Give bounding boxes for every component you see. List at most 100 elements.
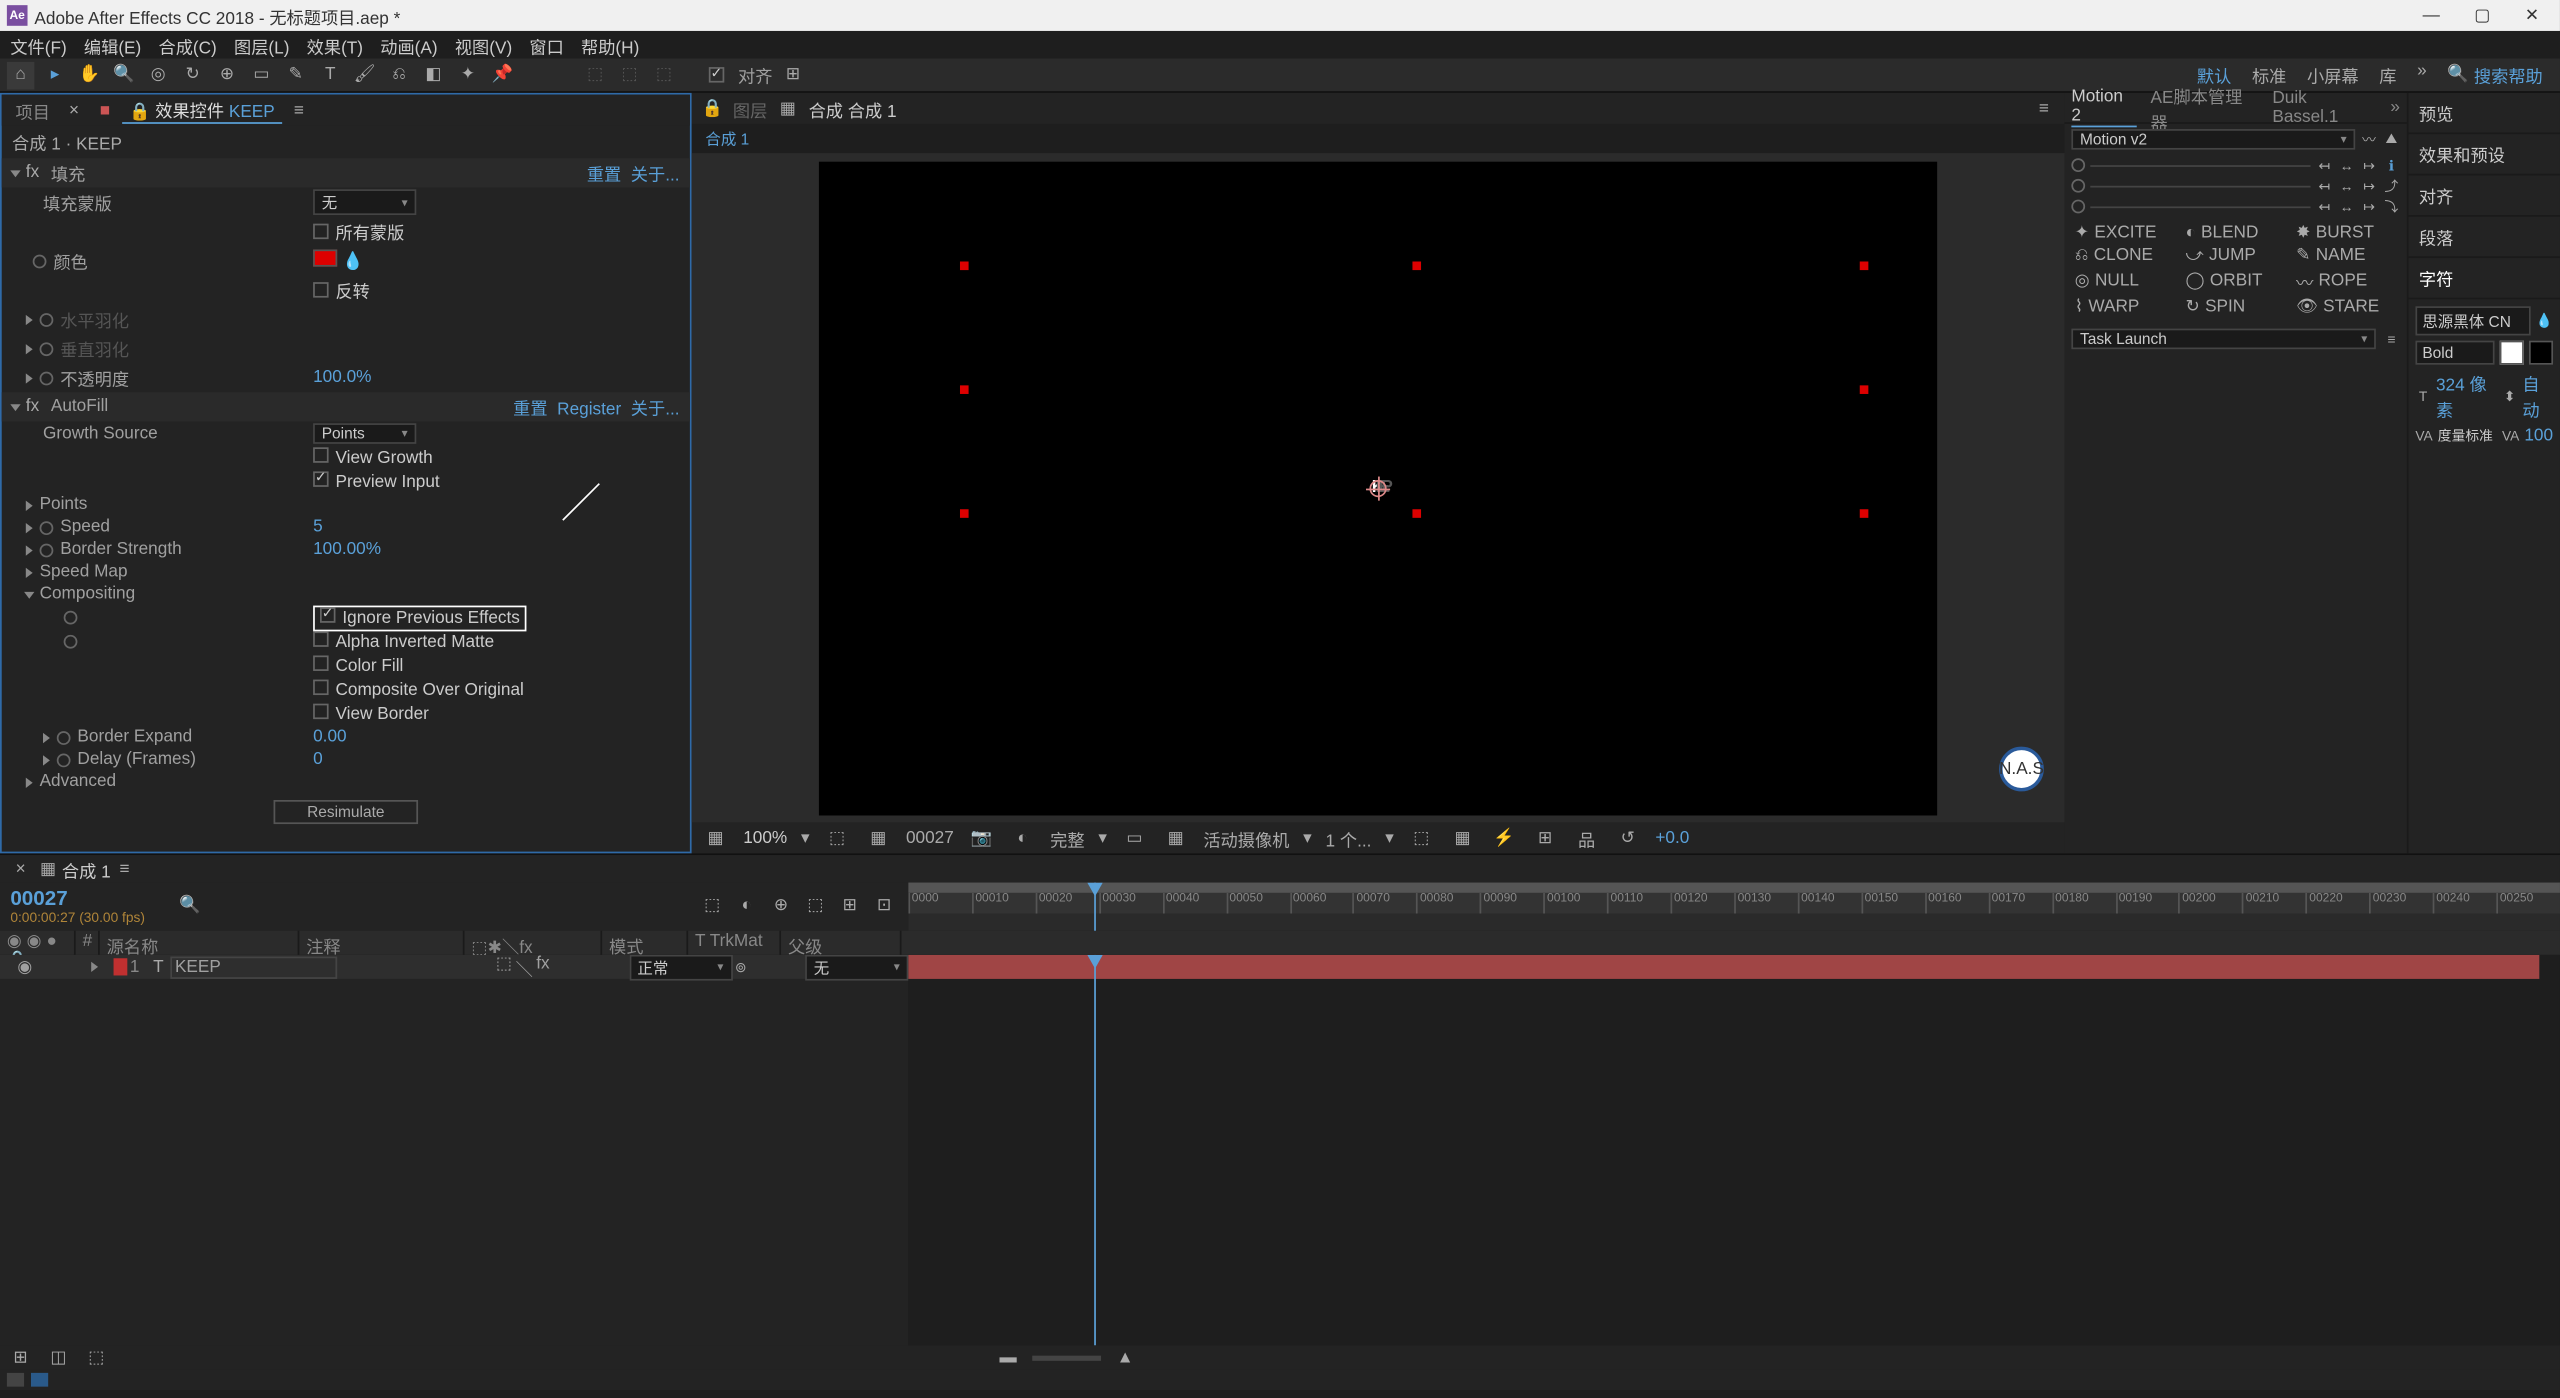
leading[interactable]: 自动: [2522, 370, 2553, 422]
menu-layer[interactable]: 图层(L): [234, 32, 289, 58]
resolution[interactable]: 完整: [1050, 825, 1084, 851]
task-dropdown[interactable]: Task Launch: [2071, 329, 2376, 350]
layer-switches[interactable]: ⬚＼fx: [496, 955, 629, 980]
selection-handle[interactable]: [1860, 261, 1869, 270]
pen-tool-icon[interactable]: ✎: [282, 61, 310, 89]
ease-icon[interactable]: 〰: [2360, 131, 2377, 148]
tab-align[interactable]: 对齐: [2409, 175, 2560, 216]
eye-icon[interactable]: ◉: [0, 957, 50, 976]
comp-name-label[interactable]: 合成 1: [692, 124, 2065, 153]
effect-autofill-header[interactable]: fx AutoFill 重置 Register 关于...: [2, 392, 690, 421]
motion-spin[interactable]: ↻SPIN: [2185, 298, 2285, 317]
timeline-tab[interactable]: 合成 1: [62, 856, 111, 882]
snap-opt-icon[interactable]: ⊞: [779, 61, 807, 89]
zoom-tool-icon[interactable]: 🔍: [110, 61, 138, 89]
motion-rope[interactable]: 〰ROPE: [2296, 268, 2396, 294]
selection-handle[interactable]: [960, 385, 969, 394]
stroke-color-swatch[interactable]: [2529, 341, 2553, 365]
all-masks-checkbox[interactable]: [313, 224, 328, 239]
alpha-inv-checkbox[interactable]: [313, 631, 328, 646]
rotate-tool-icon[interactable]: ↻: [179, 61, 207, 89]
preview-input-checkbox[interactable]: [313, 471, 328, 486]
snapshot-icon[interactable]: 📷: [968, 824, 996, 852]
tab-script-manager[interactable]: AE脚本管理器: [2151, 82, 2259, 134]
fill-mask-dropdown[interactable]: 无: [313, 189, 416, 215]
selection-handle[interactable]: [1412, 508, 1421, 517]
timeline-tracks[interactable]: [908, 955, 2560, 1346]
color-fill-checkbox[interactable]: [313, 655, 328, 670]
fill-color-swatch[interactable]: [313, 249, 337, 266]
col-mode[interactable]: 模式: [602, 931, 688, 955]
menu-edit[interactable]: 编辑(E): [84, 32, 141, 58]
motion-burst[interactable]: ✸BURST: [2296, 224, 2396, 243]
minimize-button[interactable]: —: [2423, 6, 2440, 25]
settings-icon[interactable]: ⛰: [2383, 131, 2400, 148]
tl-tool-1[interactable]: ⬚: [698, 892, 726, 920]
anchor-point-icon[interactable]: [1369, 479, 1386, 496]
tl-tool-6[interactable]: ⊡: [871, 892, 899, 920]
search-help[interactable]: 🔍搜索帮助: [2447, 62, 2542, 88]
menu-window[interactable]: 窗口: [529, 32, 563, 58]
layer-row[interactable]: ◉ 1 T KEEP ⬚＼fx 正常 ⊚ 无: [0, 955, 908, 979]
stopwatch-icon[interactable]: [40, 371, 54, 385]
fast-icon[interactable]: ⚡: [1490, 824, 1518, 852]
growth-source-dropdown[interactable]: Points: [313, 423, 416, 444]
time-ruler[interactable]: 0000000100002000030000400005000060000700…: [908, 893, 2560, 914]
eyedropper-icon[interactable]: 💧: [342, 253, 363, 272]
tab-preview[interactable]: 预览: [2409, 93, 2560, 134]
menu-comp[interactable]: 合成(C): [158, 32, 216, 58]
selection-tool-icon[interactable]: ▸: [41, 61, 69, 89]
radio-3[interactable]: [2071, 200, 2085, 214]
clone-tool-icon[interactable]: ⎌: [385, 61, 413, 89]
axis2-icon[interactable]: ⬚: [616, 61, 644, 89]
zoom-value[interactable]: 100%: [743, 828, 787, 847]
blend-mode-dropdown[interactable]: 正常: [629, 955, 732, 980]
stopwatch-icon[interactable]: [40, 520, 54, 534]
slider-3[interactable]: [2090, 206, 2310, 208]
motion-blend[interactable]: ◐BLEND: [2185, 224, 2285, 243]
stopwatch-icon[interactable]: [57, 753, 71, 767]
eraser-tool-icon[interactable]: ◧: [420, 61, 448, 89]
snap-checkbox[interactable]: [709, 67, 724, 82]
col-parent[interactable]: 父级: [781, 931, 901, 955]
col-comment[interactable]: 注释: [299, 931, 464, 955]
font-family-dropdown[interactable]: 思源黑体 CN: [2415, 306, 2530, 335]
slider-1[interactable]: [2090, 164, 2310, 166]
stopwatch-icon[interactable]: [33, 254, 47, 268]
tl-tool-3[interactable]: ⊕: [767, 892, 795, 920]
motion-name[interactable]: ✎NAME: [2296, 246, 2396, 265]
tracking[interactable]: 100: [2524, 427, 2553, 446]
toggle-switches-icon[interactable]: ⊞: [7, 1344, 35, 1372]
slider-2[interactable]: [2090, 185, 2310, 187]
text-tool-icon[interactable]: T: [317, 61, 345, 89]
motion-null[interactable]: ◎NULL: [2075, 268, 2175, 294]
maximize-button[interactable]: ▢: [2474, 6, 2490, 25]
motion-clone[interactable]: ⎌CLONE: [2075, 246, 2175, 265]
motion-jump[interactable]: ⤻JUMP: [2185, 246, 2285, 265]
tab-effects-presets[interactable]: 效果和预设: [2409, 134, 2560, 175]
tab-project[interactable]: 项目: [9, 97, 57, 123]
panel-menu-icon[interactable]: ≡: [111, 855, 139, 883]
tl-tool-5[interactable]: ⊞: [836, 892, 864, 920]
invert-checkbox[interactable]: [313, 282, 328, 297]
tl-tool-4[interactable]: ⬚: [802, 892, 830, 920]
tab-character[interactable]: 字符: [2409, 258, 2560, 299]
radio-2[interactable]: [2071, 179, 2085, 193]
layer-duration-bar[interactable]: [908, 955, 2539, 979]
font-size[interactable]: 324 像素: [2436, 370, 2497, 422]
selection-handle[interactable]: [960, 508, 969, 517]
menu-file[interactable]: 文件(F): [10, 32, 66, 58]
playhead[interactable]: [1094, 883, 1096, 931]
tab-close-icon[interactable]: ×: [7, 855, 35, 883]
menu-help[interactable]: 帮助(H): [581, 32, 639, 58]
comp-over-checkbox[interactable]: [313, 680, 328, 695]
viewer-lock-icon[interactable]: 🔒: [698, 95, 726, 123]
playhead-line[interactable]: [1094, 955, 1096, 1346]
flowchart-icon[interactable]: 品: [1573, 824, 1601, 852]
ws-lib[interactable]: 库: [2379, 62, 2396, 88]
motion-stare[interactable]: 👁STARE: [2296, 298, 2396, 317]
task-opt-icon[interactable]: ≡: [2383, 330, 2400, 347]
orbit-tool-icon[interactable]: ◎: [145, 61, 173, 89]
status-icon-2[interactable]: [31, 1373, 48, 1387]
view-growth-checkbox[interactable]: [313, 447, 328, 462]
